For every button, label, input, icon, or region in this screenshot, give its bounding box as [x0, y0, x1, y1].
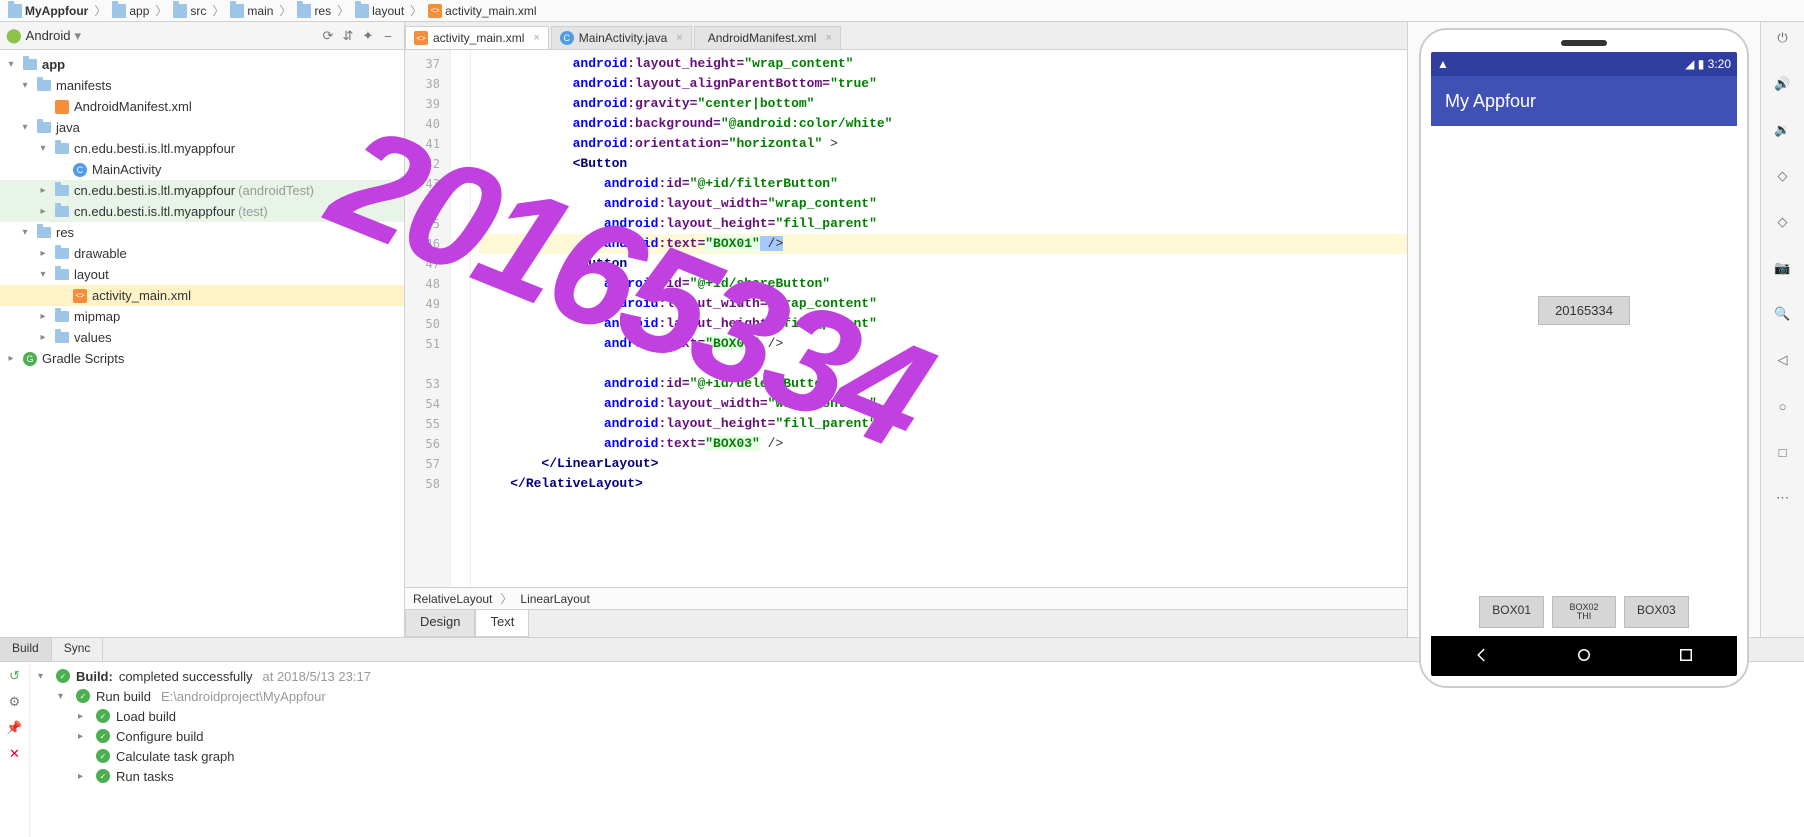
close-build-icon[interactable]: ✕ [9, 746, 20, 762]
tree-item[interactable]: ▾app [0, 54, 404, 75]
crumb-main[interactable]: main [226, 4, 277, 18]
home-nav-icon[interactable]: ○ [1771, 394, 1795, 418]
breadcrumb-bar: MyAppfour〉 app〉 src〉 main〉 res〉 layout〉 … [0, 0, 1804, 22]
build-title: Build: [76, 669, 113, 684]
box01-button[interactable]: BOX01 [1479, 596, 1544, 628]
battery-icon: ▮ [1698, 57, 1705, 71]
build-status: completed successfully [119, 669, 253, 684]
settings-icon[interactable]: ✦ [358, 26, 378, 46]
build-row[interactable]: ▾✓Run buildE:\androidproject\MyAppfour [38, 686, 1796, 706]
crumb-app[interactable]: app [108, 4, 153, 18]
crumb-layout[interactable]: layout [351, 4, 408, 18]
back-nav-icon[interactable]: ◁ [1771, 348, 1795, 372]
tree-item[interactable]: ▾layout [0, 264, 404, 285]
emulator-toolbar: ⏻ 🔊 🔉 ◇ ◇ 📷 🔍 ◁ ○ □ ⋯ [1760, 22, 1804, 637]
sync-icon[interactable]: ⟳ [318, 26, 338, 46]
editor-area: <>activity_main.xml×CMainActivity.java×A… [405, 22, 1408, 637]
rotate-right-icon[interactable]: ◇ [1771, 210, 1795, 234]
editor-tab[interactable]: <>activity_main.xml× [405, 26, 549, 49]
tree-item[interactable]: CMainActivity [0, 159, 404, 180]
structure-breadcrumb[interactable]: RelativeLayout〉LinearLayout [405, 587, 1407, 609]
app-title: My Appfour [1445, 91, 1536, 112]
clock-text: 3:20 [1708, 57, 1731, 71]
project-panel: ⬤ Android ▾ ⟳ ⇵ ✦ ⎯ ▾app▾manifestsAndroi… [0, 22, 405, 637]
center-button[interactable]: 20165334 [1538, 296, 1630, 325]
crumb-res[interactable]: res [293, 4, 335, 18]
zoom-icon[interactable]: 🔍 [1771, 302, 1795, 326]
nav-bar [1431, 636, 1737, 676]
editor-tab[interactable]: CMainActivity.java× [551, 26, 692, 49]
box02-button[interactable]: BOX02THI [1552, 596, 1616, 628]
tree-item[interactable]: <>activity_main.xml [0, 285, 404, 306]
layout-preview: ▲ ◢ ▮ 3:20 My Appfour 20165334 BOX01 BOX… [1408, 22, 1760, 637]
volume-up-icon[interactable]: 🔊 [1771, 72, 1795, 96]
collapse-icon[interactable]: ⇵ [338, 26, 358, 46]
phone-frame: ▲ ◢ ▮ 3:20 My Appfour 20165334 BOX01 BOX… [1419, 28, 1749, 688]
module-selector[interactable]: Android [26, 28, 71, 43]
editor-tab[interactable]: AndroidManifest.xml× [694, 26, 841, 49]
android-icon: ⬤ [6, 27, 22, 44]
build-row[interactable]: ▸✓Configure build [38, 726, 1796, 746]
power-icon[interactable]: ⏻ [1771, 26, 1795, 50]
tree-item[interactable]: ▾manifests [0, 75, 404, 96]
filter-icon[interactable]: ⚙ [9, 694, 21, 710]
app-bar: My Appfour [1431, 76, 1737, 126]
rotate-left-icon[interactable]: ◇ [1771, 164, 1795, 188]
build-row[interactable]: ✓Calculate task graph [38, 746, 1796, 766]
status-bar: ▲ ◢ ▮ 3:20 [1431, 52, 1737, 76]
design-tab[interactable]: Design [405, 610, 475, 637]
status-ok-icon: ✓ [56, 669, 70, 683]
home-icon[interactable] [1575, 646, 1593, 667]
camera-icon[interactable]: 📷 [1771, 256, 1795, 280]
tree-item[interactable]: ▸drawable [0, 243, 404, 264]
close-tab-icon[interactable]: × [825, 32, 831, 44]
tree-item[interactable]: ▸cn.edu.besti.is.ltl.myappfour(androidTe… [0, 180, 404, 201]
recent-icon[interactable] [1677, 646, 1695, 667]
warning-icon: ▲ [1437, 57, 1449, 71]
build-tab[interactable]: Build [0, 638, 52, 661]
build-timestamp: at 2018/5/13 23:17 [263, 669, 371, 684]
code-editor[interactable]: android:layout_height="wrap_content" and… [471, 50, 1407, 587]
fold-gutter[interactable] [451, 50, 471, 587]
tree-item[interactable]: ▾cn.edu.besti.is.ltl.myappfour [0, 138, 404, 159]
more-icon[interactable]: ⋯ [1771, 486, 1795, 510]
tree-item[interactable]: ▸GGradle Scripts [0, 348, 404, 369]
crumb-file[interactable]: <>activity_main.xml [424, 4, 540, 18]
pin-icon[interactable]: 📌 [6, 720, 22, 736]
signal-icon: ◢ [1685, 57, 1694, 71]
sync-tab[interactable]: Sync [52, 638, 104, 661]
line-gutter: 3738394041424344454647484950515354555657… [405, 50, 451, 587]
tree-item[interactable]: ▸mipmap [0, 306, 404, 327]
build-row[interactable]: ▸✓Run tasks [38, 766, 1796, 786]
back-icon[interactable] [1473, 646, 1491, 667]
overview-nav-icon[interactable]: □ [1771, 440, 1795, 464]
crumb-project[interactable]: MyAppfour [4, 4, 92, 18]
tree-item[interactable]: ▾res [0, 222, 404, 243]
tree-item[interactable]: ▸cn.edu.besti.is.ltl.myappfour(test) [0, 201, 404, 222]
volume-down-icon[interactable]: 🔉 [1771, 118, 1795, 142]
text-tab[interactable]: Text [475, 610, 529, 637]
tree-item[interactable]: ▾java [0, 117, 404, 138]
close-tab-icon[interactable]: × [533, 32, 539, 44]
rerun-icon[interactable]: ↺ [9, 668, 20, 684]
crumb-src[interactable]: src [169, 4, 210, 18]
tree-item[interactable]: AndroidManifest.xml [0, 96, 404, 117]
box03-button[interactable]: BOX03 [1624, 596, 1689, 628]
hide-icon[interactable]: ⎯ [378, 26, 398, 46]
build-row[interactable]: ▸✓Load build [38, 706, 1796, 726]
tree-item[interactable]: ▸values [0, 327, 404, 348]
close-tab-icon[interactable]: × [676, 32, 682, 44]
editor-tabs: <>activity_main.xml×CMainActivity.java×A… [405, 22, 1407, 50]
